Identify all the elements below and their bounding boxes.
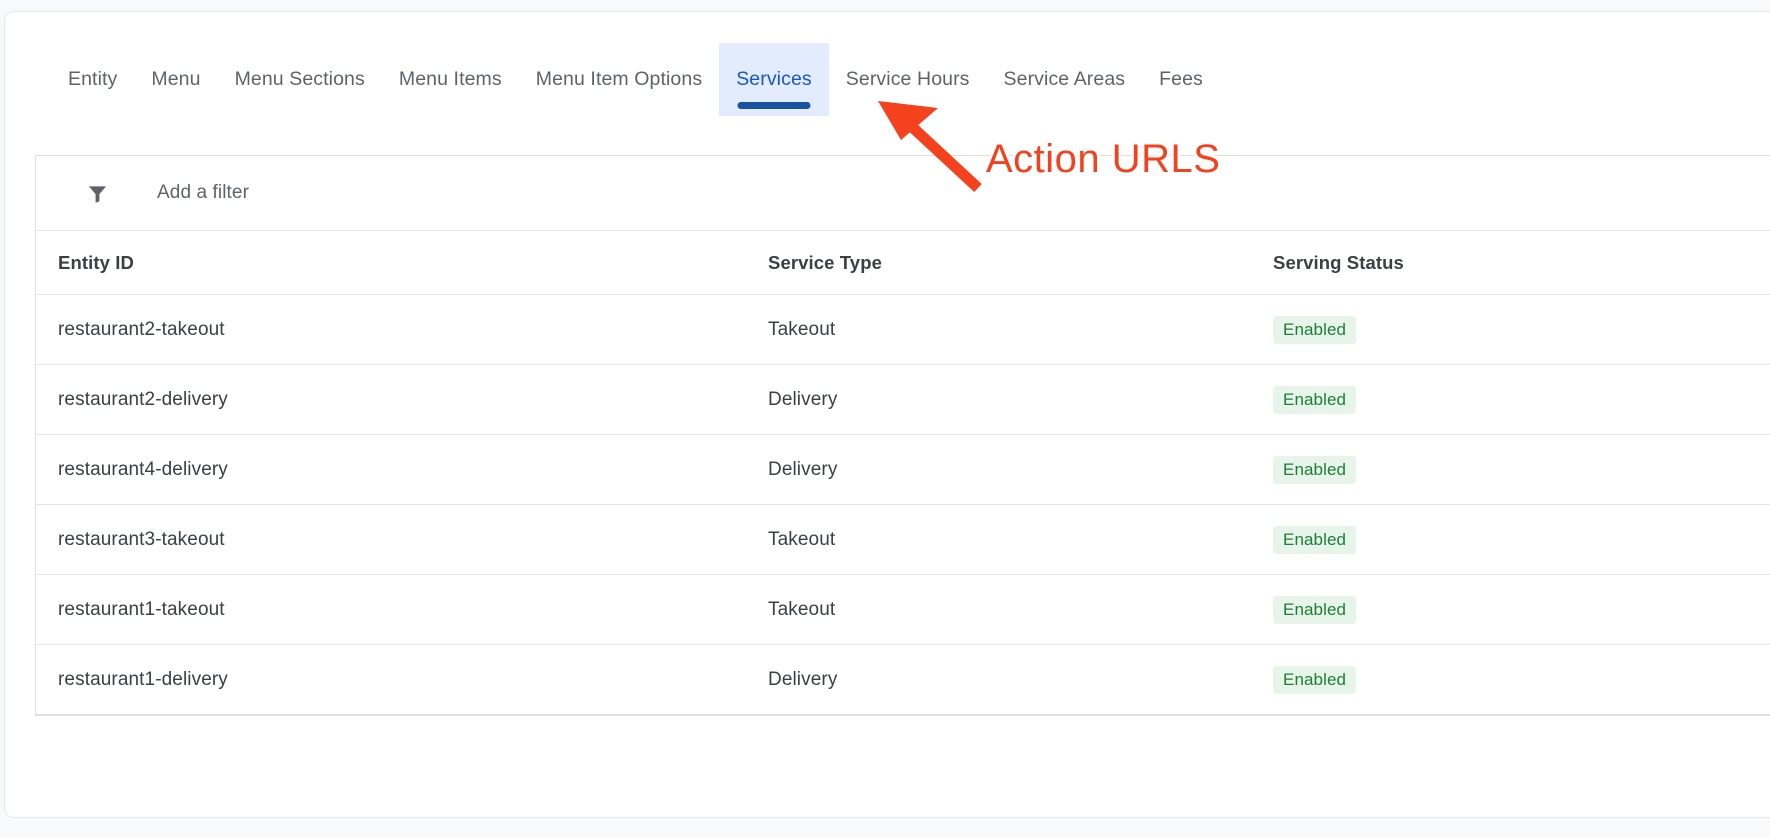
tab-label: Menu Sections [234, 68, 365, 90]
tab-label: Service Areas [1003, 68, 1126, 90]
tab-label: Menu Item Options [535, 68, 703, 90]
filter-bar[interactable]: Add a filter [36, 156, 1770, 231]
cell-entity-id: restaurant2-delivery [36, 364, 768, 435]
tab-services[interactable]: Services [719, 43, 829, 116]
tab-label: Services [736, 68, 812, 90]
tab-fees[interactable]: Fees [1142, 43, 1220, 116]
tab-menu-item-options[interactable]: Menu Item Options [519, 43, 719, 116]
tab-menu-sections[interactable]: Menu Sections [218, 43, 382, 116]
tab-bar: Entity Menu Menu Sections Menu Items Menu It… [5, 43, 1220, 116]
table-row[interactable]: restaurant3-takeout Takeout Enabled [36, 504, 1770, 575]
cell-entity-id: restaurant4-delivery [36, 434, 768, 505]
cell-serving-status: Enabled [1273, 294, 1770, 365]
cell-service-type: Delivery [768, 364, 1273, 435]
cell-entity-id: restaurant1-delivery [36, 644, 768, 715]
tab-service-hours[interactable]: Service Hours [829, 43, 987, 116]
cell-serving-status: Enabled [1273, 364, 1770, 435]
cell-service-type: Takeout [768, 504, 1273, 575]
cell-service-type: Takeout [768, 574, 1273, 645]
cell-entity-id: restaurant2-takeout [36, 294, 768, 365]
services-table-card: Add a filter Entity ID Service Type Serv… [35, 155, 1770, 716]
table-header-row: Entity ID Service Type Serving Status [36, 231, 1770, 295]
tab-label: Menu [151, 68, 201, 90]
status-badge: Enabled [1273, 525, 1357, 554]
table-row[interactable]: restaurant1-delivery Delivery Enabled [36, 644, 1770, 715]
status-badge: Enabled [1273, 385, 1357, 414]
cell-serving-status: Enabled [1273, 574, 1770, 645]
active-tab-underline [737, 102, 811, 109]
filter-placeholder[interactable]: Add a filter [157, 182, 249, 204]
table-head: Entity ID Service Type Serving Status [36, 231, 1770, 295]
column-header-serving-status[interactable]: Serving Status [1273, 231, 1770, 295]
table-body: restaurant2-takeout Takeout Enabled restaur… [36, 294, 1770, 715]
filter-funnel-icon [86, 182, 109, 205]
tab-label: Entity [68, 68, 118, 90]
column-header-service-type[interactable]: Service Type [768, 231, 1273, 295]
tab-service-areas[interactable]: Service Areas [987, 43, 1143, 116]
table-row[interactable]: restaurant2-takeout Takeout Enabled [36, 294, 1770, 365]
status-badge: Enabled [1273, 595, 1357, 624]
cell-service-type: Delivery [768, 644, 1273, 715]
cell-entity-id: restaurant1-takeout [36, 574, 768, 645]
tab-menu-items[interactable]: Menu Items [382, 43, 519, 116]
cell-service-type: Delivery [768, 434, 1273, 505]
cell-serving-status: Enabled [1273, 434, 1770, 505]
table-row[interactable]: restaurant2-delivery Delivery Enabled [36, 364, 1770, 435]
tab-label: Menu Items [398, 68, 502, 90]
tab-menu[interactable]: Menu [134, 43, 217, 116]
cell-entity-id: restaurant3-takeout [36, 504, 768, 575]
column-header-entity-id[interactable]: Entity ID [36, 231, 768, 295]
status-badge: Enabled [1273, 455, 1357, 484]
cell-service-type: Takeout [768, 294, 1273, 365]
content-card: Entity Menu Menu Sections Menu Items Menu It… [4, 11, 1770, 818]
tab-label: Fees [1159, 68, 1203, 90]
status-badge: Enabled [1273, 315, 1357, 344]
table-row[interactable]: restaurant1-takeout Takeout Enabled [36, 574, 1770, 645]
services-table: Entity ID Service Type Serving Status re… [36, 231, 1770, 715]
status-badge: Enabled [1273, 665, 1357, 694]
table-row[interactable]: restaurant4-delivery Delivery Enabled [36, 434, 1770, 505]
app-screen: Entity Menu Menu Sections Menu Items Menu It… [0, 0, 1770, 838]
tab-label: Service Hours [845, 68, 970, 90]
cell-serving-status: Enabled [1273, 504, 1770, 575]
cell-serving-status: Enabled [1273, 644, 1770, 715]
tab-entity[interactable]: Entity [51, 43, 134, 116]
